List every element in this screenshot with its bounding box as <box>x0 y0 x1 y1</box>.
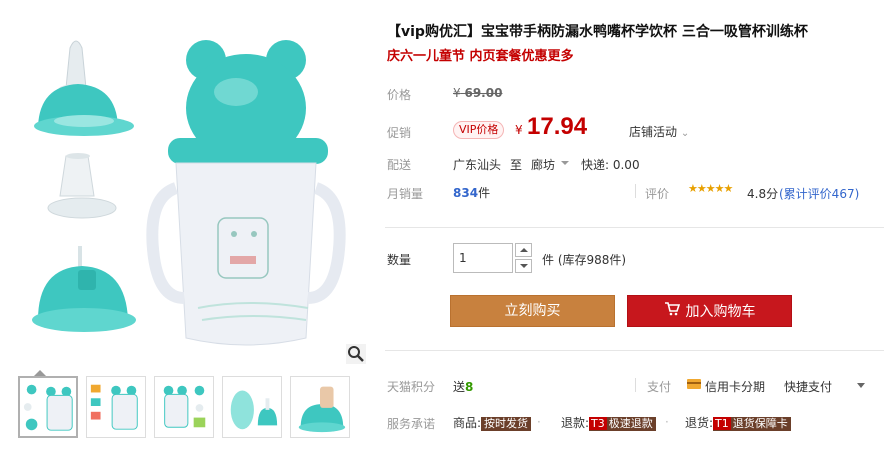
thumbnail-2[interactable] <box>86 376 146 438</box>
divider <box>385 350 884 351</box>
promo-text: 庆六一儿童节 内页套餐优惠更多 <box>387 49 574 64</box>
product-gallery <box>8 8 368 448</box>
service-item-delivery[interactable]: 商品: 按时发货 <box>453 414 532 431</box>
chevron-down-icon: ⌄ <box>680 128 690 139</box>
sale-price: 17.94 <box>527 113 588 140</box>
thumbnail-strip <box>8 370 368 448</box>
sippy-cup-illustration <box>32 40 346 346</box>
quantity-label: 数量 <box>387 253 412 267</box>
shipping-label: 配送 <box>387 158 412 172</box>
service-code: T1 <box>713 417 731 430</box>
quantity-stock: 件 (库存988件) <box>542 253 627 267</box>
separator-dot: · <box>665 415 669 429</box>
service-tag: T1 退货保障卡 <box>713 417 791 431</box>
original-price: ¥ 69.00 <box>453 86 502 100</box>
promo-label: 促销 <box>387 126 412 140</box>
ship-to-select[interactable]: 廊坊 <box>531 156 555 173</box>
monthly-sales-unit: 件 <box>478 186 491 200</box>
store-activity-label: 店铺活动 <box>629 125 678 139</box>
vip-price-tag: VIP价格 <box>453 121 505 139</box>
chevron-up-icon <box>519 248 528 252</box>
rating-count-link[interactable]: (累计评价467) <box>779 185 859 202</box>
service-item-return[interactable]: 退货: T1 退货保障卡 <box>685 414 791 431</box>
product-title: 【vip购优汇】宝宝带手柄防漏水鸭嘴杯学饮杯 三合一吸管杯训练杯 <box>387 24 808 40</box>
service-item-refund[interactable]: 退款: T3 极速退款 <box>561 414 656 431</box>
spout-part <box>47 153 117 219</box>
chevron-down-icon[interactable] <box>561 161 569 165</box>
rating-label: 评价 <box>645 187 670 201</box>
service-prefix: 退货: <box>685 416 714 430</box>
service-tag-text: 极速退款 <box>608 417 653 430</box>
price-label: 价格 <box>387 88 412 102</box>
service-tag: 按时发货 <box>481 417 532 431</box>
payment-label: 支付 <box>647 380 672 394</box>
original-price-value: 69.00 <box>464 86 503 100</box>
service-prefix: 退款: <box>561 416 590 430</box>
product-info-panel: 【vip购优汇】宝宝带手柄防漏水鸭嘴杯学饮杯 三合一吸管杯训练杯 庆六一儿童节 … <box>385 0 884 451</box>
monthly-sales-count: 834 <box>453 186 479 200</box>
original-currency: ¥ <box>453 86 461 100</box>
star-icon: ★★★★★ <box>688 182 733 195</box>
add-to-cart-button[interactable]: 加入购物车 <box>627 295 792 327</box>
chevron-down-icon <box>519 264 528 268</box>
monthly-sales: 834件 <box>453 184 490 201</box>
service-tag: T3 极速退款 <box>589 417 656 431</box>
points-label: 天猫积分 <box>387 380 436 394</box>
divider <box>385 227 884 228</box>
quick-pay-link[interactable]: 快捷支付 <box>784 378 832 395</box>
main-product-image[interactable] <box>8 8 368 366</box>
quantity-input[interactable] <box>453 243 513 273</box>
thumbnail-3[interactable] <box>154 376 214 438</box>
zoom-icon[interactable] <box>346 344 366 364</box>
points-prefix: 送 <box>453 380 466 394</box>
store-activity-dropdown[interactable]: 店铺活动 ⌄ <box>629 123 689 140</box>
rating-score: 4.8分 <box>747 187 779 201</box>
ship-from: 广东汕头 <box>453 158 502 172</box>
thumbnail-4[interactable] <box>222 376 282 438</box>
service-code: T3 <box>589 417 607 430</box>
points-amount: 8 <box>465 380 474 394</box>
credit-installment-link[interactable]: 信用卡分期 <box>705 378 765 395</box>
cart-icon <box>664 302 680 320</box>
service-tag-text: 退货保障卡 <box>732 417 788 430</box>
buy-now-button[interactable]: 立刻购买 <box>450 295 615 327</box>
main-cup <box>146 40 346 346</box>
service-label: 服务承诺 <box>387 417 436 431</box>
ship-to-separator: 至 <box>510 158 523 172</box>
quantity-increase[interactable] <box>515 243 532 257</box>
nipple-lid-part <box>34 40 134 136</box>
points-value: 送8 <box>453 378 473 395</box>
sale-currency: ¥ <box>515 123 523 137</box>
divider <box>635 378 636 392</box>
separator-dot: · <box>537 415 541 429</box>
service-prefix: 商品: <box>453 416 482 430</box>
shipping-fee: 快递: 0.00 <box>581 158 640 172</box>
thumbnail-1[interactable] <box>18 376 78 438</box>
add-to-cart-label: 加入购物车 <box>685 304 756 320</box>
divider <box>635 184 636 198</box>
monthly-sales-label: 月销量 <box>387 187 424 201</box>
straw-lid-part <box>32 246 136 332</box>
credit-card-icon <box>687 379 701 389</box>
thumbnail-5[interactable] <box>290 376 350 438</box>
chevron-down-icon[interactable] <box>857 383 865 388</box>
quantity-decrease[interactable] <box>515 259 532 273</box>
